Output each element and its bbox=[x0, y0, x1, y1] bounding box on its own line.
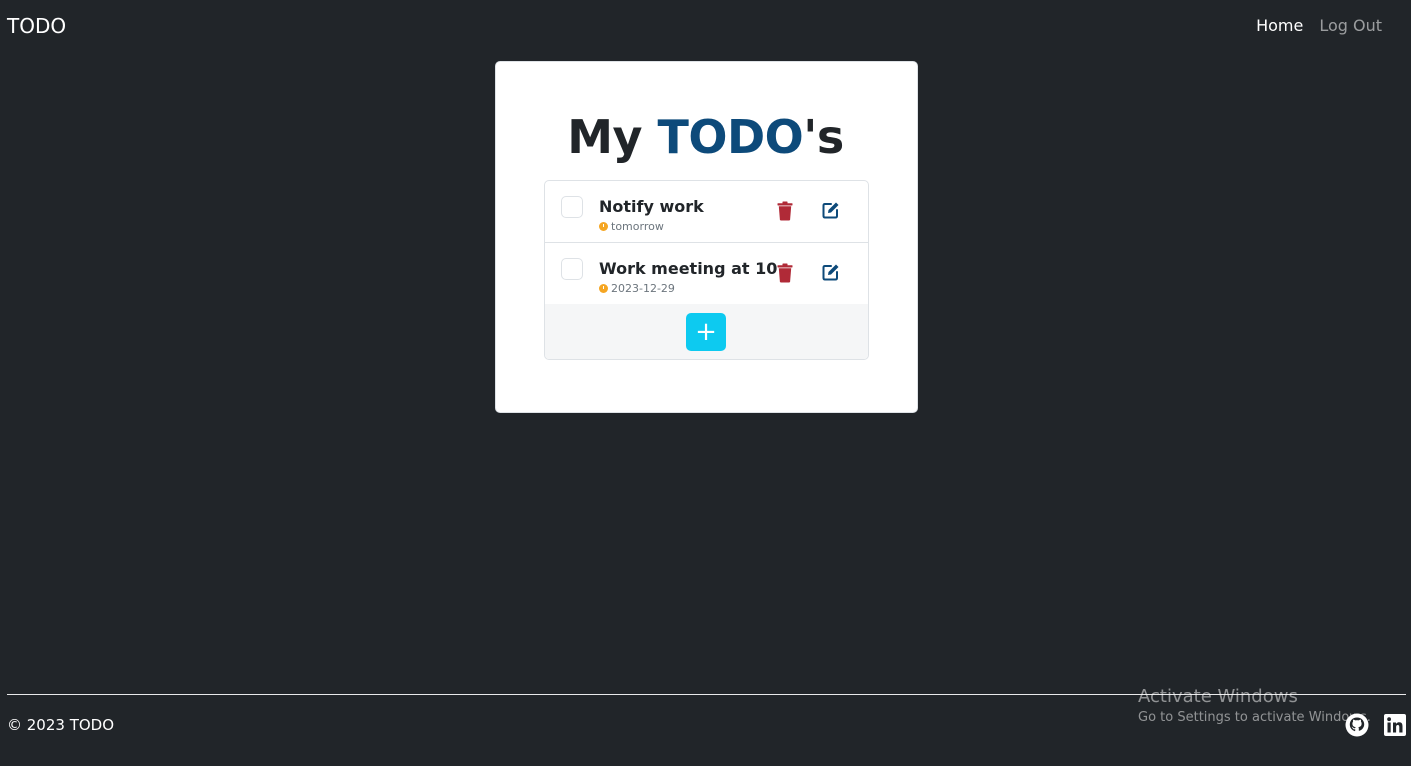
todo-title: Work meeting at 10 bbox=[599, 259, 778, 278]
todo-checkbox[interactable] bbox=[561, 196, 583, 218]
todo-due: tomorrow bbox=[599, 220, 664, 233]
todo-due-text: 2023-12-29 bbox=[611, 282, 675, 295]
edit-icon[interactable] bbox=[822, 263, 840, 281]
edit-icon[interactable] bbox=[822, 201, 840, 219]
todo-list: Notify work tomorrow Work meeting at 10 … bbox=[544, 180, 869, 360]
navbar: TODO Home Log Out bbox=[0, 0, 1411, 52]
page-title-accent: TODO bbox=[657, 110, 804, 164]
page-title-suffix: 's bbox=[803, 110, 844, 164]
nav-home-link[interactable]: Home bbox=[1256, 16, 1303, 35]
todo-item: Work meeting at 10 2023-12-29 bbox=[545, 243, 868, 305]
todo-checkbox[interactable] bbox=[561, 258, 583, 280]
linkedin-icon[interactable] bbox=[1384, 714, 1406, 736]
page-title: My TODO's bbox=[0, 110, 1411, 164]
watermark-subtitle: Go to Settings to activate Windows. bbox=[1138, 710, 1371, 725]
add-todo-bar: + bbox=[545, 304, 868, 359]
nav-logout-link[interactable]: Log Out bbox=[1319, 16, 1382, 35]
todo-title: Notify work bbox=[599, 197, 704, 216]
github-icon[interactable] bbox=[1345, 713, 1369, 737]
brand-link[interactable]: TODO bbox=[7, 14, 66, 38]
add-todo-button[interactable]: + bbox=[686, 313, 726, 351]
trash-icon[interactable] bbox=[777, 201, 793, 221]
todo-due: 2023-12-29 bbox=[599, 282, 675, 295]
nav-links: Home Log Out bbox=[1256, 16, 1382, 35]
clock-icon bbox=[599, 222, 608, 231]
footer-copyright: © 2023 TODO bbox=[7, 716, 115, 734]
page-title-prefix: My bbox=[567, 110, 658, 164]
trash-icon[interactable] bbox=[777, 263, 793, 283]
watermark-title: Activate Windows bbox=[1138, 686, 1298, 707]
todo-due-text: tomorrow bbox=[611, 220, 664, 233]
clock-icon bbox=[599, 284, 608, 293]
activation-watermark: Activate Windows Go to Settings to activ… bbox=[1138, 686, 1371, 725]
todo-item: Notify work tomorrow bbox=[545, 181, 868, 243]
